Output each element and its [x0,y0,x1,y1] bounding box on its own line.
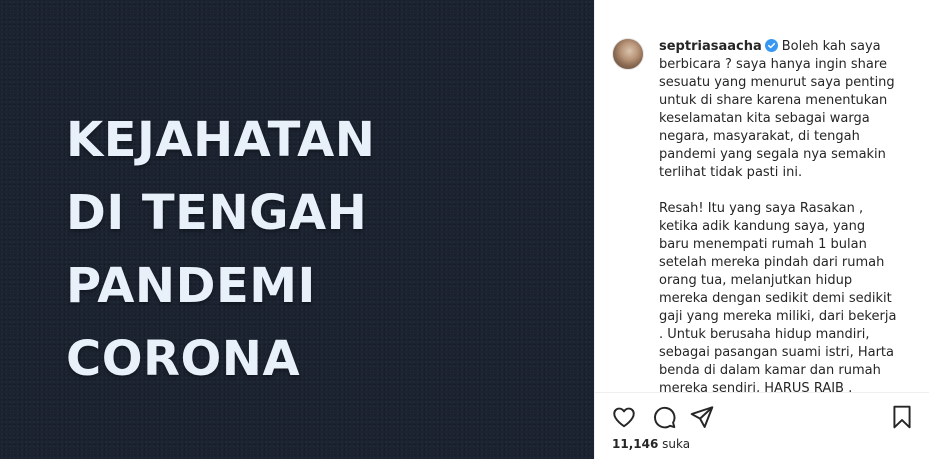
headline-line: KEJAHATAN [66,112,376,168]
save-button[interactable] [889,404,915,430]
headline-line: DI TENGAH [66,185,368,241]
caption-paragraph: Resah! Itu yang saya Rasakan , ketika ad… [659,201,897,392]
horizontal-divider [595,392,929,393]
share-button[interactable] [689,404,715,430]
bookmark-icon [893,405,911,429]
verified-badge-icon [764,39,778,52]
post-image[interactable]: KEJAHATAN DI TENGAH PANDEMI CORONA [0,0,594,459]
caption-scroll-area[interactable]: septriasaacha Boleh kah saya berbicara ? … [595,0,929,392]
headline-line: PANDEMI [66,258,316,314]
heart-icon [613,407,635,428]
username-link[interactable]: septriasaacha [659,39,762,54]
caption-paragraph: Boleh kah saya berbicara ? saya hanya in… [659,39,895,180]
likes-number: 11,146 [612,437,659,451]
post-headline: KEJAHATAN DI TENGAH PANDEMI CORONA [66,104,375,396]
caption: septriasaacha Boleh kah saya berbicara ? … [659,38,899,392]
avatar[interactable] [612,38,644,70]
likes-count[interactable]: 11,146 suka [612,437,690,451]
comment-button[interactable] [651,404,677,430]
post-side-panel: septriasaacha Boleh kah saya berbicara ? … [595,0,929,459]
send-icon [690,406,714,428]
headline-line: CORONA [66,331,301,387]
likes-label: suka [662,437,691,451]
comment-icon [654,406,676,429]
like-button[interactable] [611,404,637,430]
action-bar [611,404,917,430]
